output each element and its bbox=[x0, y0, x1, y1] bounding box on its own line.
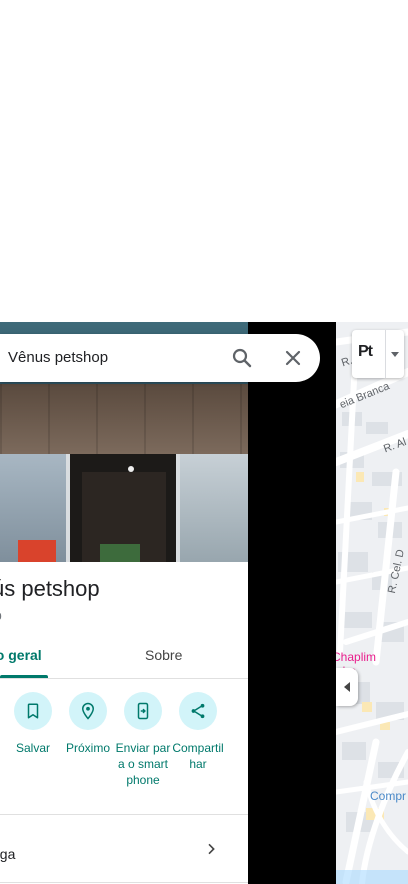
chevron-left-icon bbox=[344, 682, 350, 692]
save-label: Salvar bbox=[15, 741, 50, 755]
tab-active-indicator bbox=[0, 675, 48, 678]
layer-separator bbox=[385, 330, 386, 378]
tab-bar: ão geral Sobre bbox=[0, 638, 248, 679]
tab-overview[interactable]: ão geral bbox=[0, 647, 42, 663]
nearby-label: Próximo bbox=[65, 741, 110, 755]
save-button[interactable]: Salvar bbox=[5, 692, 61, 756]
collapse-panel-button[interactable] bbox=[336, 668, 358, 706]
send-to-phone-icon bbox=[137, 702, 149, 720]
search-box bbox=[0, 334, 320, 382]
place-category[interactable]: p bbox=[0, 607, 2, 623]
divider bbox=[0, 814, 248, 815]
nearby-icon bbox=[81, 702, 95, 720]
search-input[interactable] bbox=[8, 334, 218, 382]
share-label: Compartilhar bbox=[172, 741, 224, 771]
map-layers-button[interactable]: Pt bbox=[352, 330, 404, 378]
map-place-link[interactable]: Compr bbox=[370, 789, 406, 803]
search-icon[interactable] bbox=[230, 346, 254, 370]
chevron-right-icon[interactable] bbox=[203, 841, 219, 857]
divider bbox=[0, 882, 248, 883]
caret-down-icon[interactable] bbox=[389, 348, 401, 360]
place-title: ús petshop bbox=[0, 576, 100, 601]
maps-app: ús petshop p ão geral Sobre Salvar Próxi… bbox=[0, 322, 408, 884]
share-button[interactable]: Compartilhar bbox=[170, 692, 226, 772]
tab-about[interactable]: Sobre bbox=[145, 647, 182, 663]
blank-area bbox=[0, 0, 408, 322]
bookmark-icon bbox=[27, 703, 39, 719]
close-icon[interactable] bbox=[281, 346, 305, 370]
place-panel: ús petshop p ão geral Sobre Salvar Próxi… bbox=[0, 322, 248, 884]
black-gap bbox=[248, 322, 336, 884]
map-canvas[interactable]: R. eia Branca R. Al R. Cel. D Chaplim ad… bbox=[336, 322, 408, 884]
poi-name[interactable]: Chaplim bbox=[336, 650, 376, 664]
layer-label: Pt bbox=[358, 343, 373, 360]
send-to-phone-label: Enviar para o smartphone bbox=[115, 741, 171, 787]
info-row-label[interactable]: ega bbox=[0, 846, 15, 862]
nearby-button[interactable]: Próximo bbox=[60, 692, 116, 756]
send-to-phone-button[interactable]: Enviar para o smartphone bbox=[115, 692, 171, 788]
action-bar: Salvar Próximo Enviar para o smartphone … bbox=[0, 692, 248, 812]
share-icon bbox=[191, 703, 205, 719]
